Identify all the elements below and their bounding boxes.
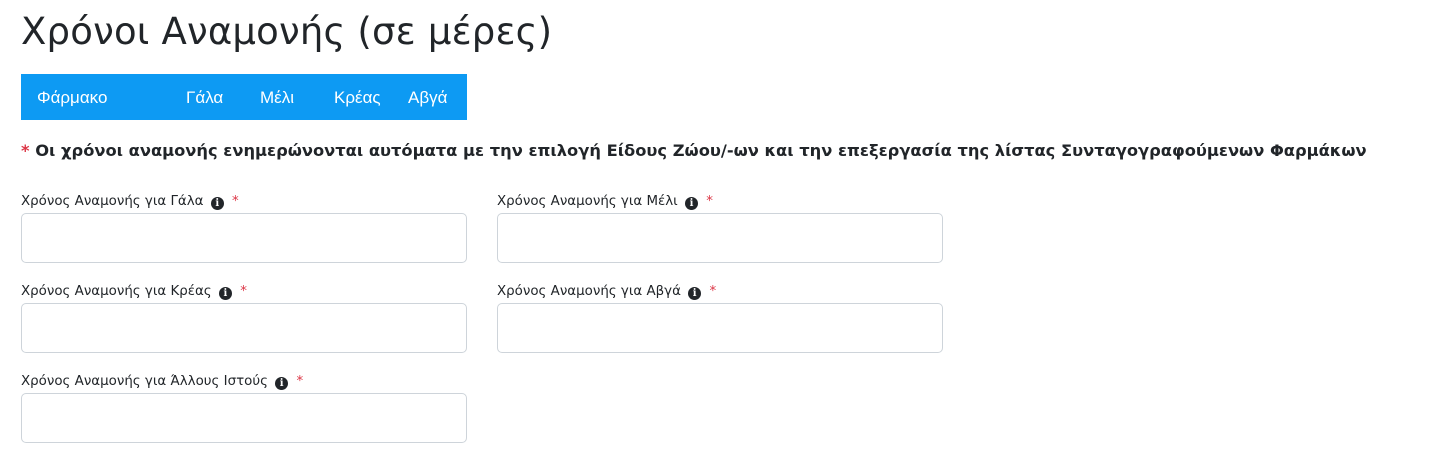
column-header-milk: Γάλα [186,88,224,107]
required-marker: * [232,194,239,209]
info-circle-icon[interactable]: i [275,377,289,390]
column-header-honey: Μέλι [260,88,295,107]
info-circle-icon[interactable]: i [218,287,232,300]
withdrawal-table-header: Φάρμακο Γάλα Μέλι Κρέας Αβγά [21,74,467,120]
eggs-withdrawal-label: Χρόνος Αναμονής για Αβγά i * [497,283,716,301]
meat-withdrawal-label: Χρόνος Αναμονής για Κρέας i * [21,283,247,301]
meat-withdrawal-input[interactable] [21,303,467,353]
other-tissues-withdrawal-input[interactable] [21,393,467,443]
meat-withdrawal-label-text: Χρόνος Αναμονής για Κρέας [21,284,212,299]
required-marker: * [240,284,247,299]
notice-text: Οι χρόνοι αναμονής ενημερώνονται αυτόματ… [35,141,1367,160]
honey-withdrawal-label: Χρόνος Αναμονής για Μέλι i * [497,193,713,211]
notice-asterisk: * [21,141,30,160]
info-circle-icon[interactable]: i [210,197,224,210]
honey-withdrawal-input[interactable] [497,213,943,263]
milk-withdrawal-label-text: Χρόνος Αναμονής για Γάλα [21,194,204,209]
info-circle-icon[interactable]: i [684,197,698,210]
milk-withdrawal-input[interactable] [21,213,467,263]
column-header-meat: Κρέας [334,88,381,107]
other-tissues-withdrawal-label-text: Χρόνος Αναμονής για Άλλους Ιστούς [21,374,268,389]
eggs-withdrawal-input[interactable] [497,303,943,353]
required-marker: * [706,194,713,209]
column-header-eggs: Αβγά [408,88,448,107]
auto-update-notice: * Οι χρόνοι αναμονής ενημερώνονται αυτόμ… [21,141,1367,160]
page-title: Χρόνοι Αναμονής (σε μέρες) [21,10,553,53]
required-marker: * [709,284,717,299]
column-header-drug: Φάρμακο [37,88,108,107]
info-circle-icon[interactable]: i [688,287,702,300]
required-marker: * [296,374,304,389]
milk-withdrawal-label: Χρόνος Αναμονής για Γάλα i * [21,193,239,211]
other-tissues-withdrawal-label: Χρόνος Αναμονής για Άλλους Ιστούς i * [21,373,303,391]
eggs-withdrawal-label-text: Χρόνος Αναμονής για Αβγά [497,284,681,299]
honey-withdrawal-label-text: Χρόνος Αναμονής για Μέλι [497,194,678,209]
